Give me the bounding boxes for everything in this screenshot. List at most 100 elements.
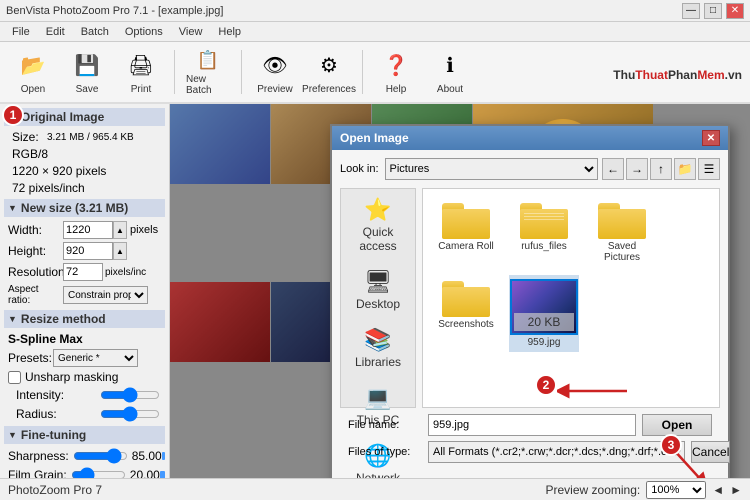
main-area: 1 ▼ Original Image Size: 3.21 MB / 965.4… bbox=[0, 104, 750, 478]
filename-input[interactable] bbox=[428, 414, 636, 436]
preferences-label: Preferences bbox=[302, 84, 356, 95]
width-unit: pixels bbox=[130, 224, 158, 236]
open-button[interactable]: 📂 Open bbox=[8, 45, 58, 99]
sharpness-slider[interactable] bbox=[73, 448, 128, 464]
menu-edit[interactable]: Edit bbox=[38, 24, 73, 40]
intensity-row: Intensity: bbox=[8, 387, 165, 403]
size-value: 3.21 MB / 965.4 KB bbox=[47, 132, 134, 143]
about-button[interactable]: ℹ About bbox=[425, 45, 475, 99]
file-959jpg[interactable]: 20 KB 959.jpg bbox=[509, 275, 579, 352]
sharpness-label: Sharpness: bbox=[8, 449, 69, 463]
left-panel: 1 ▼ Original Image Size: 3.21 MB / 965.4… bbox=[0, 104, 170, 478]
folder-screenshots-body bbox=[442, 287, 490, 317]
close-button[interactable]: ✕ bbox=[726, 3, 744, 19]
desktop-label: Desktop bbox=[356, 297, 400, 311]
filetype-select[interactable]: All Formats (*.cr2;*.crw;*.dcr;*.dcs;*.d… bbox=[428, 441, 685, 463]
preview-button[interactable]: 👁 Preview bbox=[250, 45, 300, 99]
scroll-right-btn[interactable]: ► bbox=[730, 483, 742, 497]
resolution-unit: pixels/inc bbox=[105, 267, 146, 278]
original-image-section[interactable]: ▼ Original Image bbox=[4, 108, 165, 126]
sidebar-quick-access[interactable]: ⭐ Quick access bbox=[341, 189, 415, 261]
intensity-slider[interactable] bbox=[100, 387, 160, 403]
sidebar-libraries[interactable]: 📚 Libraries bbox=[341, 319, 415, 377]
statusbar-right: Preview zooming: 100% 50% 200% ◄ ► bbox=[546, 481, 743, 499]
toolbar-separator-3 bbox=[362, 50, 363, 94]
cancel-btn-label: Cancel bbox=[692, 445, 729, 459]
menu-options[interactable]: Options bbox=[117, 24, 171, 40]
aspect-select[interactable]: Constrain proportions bbox=[63, 286, 148, 304]
film-row: Film Grain: 20.00 bbox=[8, 467, 165, 478]
folder-screenshots[interactable]: Screenshots bbox=[431, 275, 501, 352]
menubar: File Edit Batch Options View Help bbox=[0, 22, 750, 42]
dialog-titlebar: Open Image ✕ bbox=[332, 126, 728, 150]
open-icon: 📂 bbox=[17, 50, 49, 82]
dialog-files-panel: Camera Roll bbox=[422, 188, 720, 408]
fine-section[interactable]: ▼ Fine-tuning bbox=[4, 426, 165, 444]
print-button[interactable]: 🖨 Print bbox=[116, 45, 166, 99]
zoom-select[interactable]: 100% 50% 200% bbox=[646, 481, 706, 499]
cancel-button-dialog[interactable]: Cancel bbox=[691, 441, 730, 463]
film-label: Film Grain: bbox=[8, 468, 67, 478]
preview-zoom-label: Preview zooming: bbox=[546, 483, 641, 497]
radius-slider[interactable] bbox=[100, 406, 160, 422]
quick-access-label: Quick access bbox=[345, 225, 411, 253]
scroll-left-btn[interactable]: ◄ bbox=[712, 483, 724, 497]
presets-select[interactable]: Generic * bbox=[53, 349, 138, 367]
new-folder-button[interactable]: 📁 bbox=[674, 158, 696, 180]
up-button[interactable]: ↑ bbox=[650, 158, 672, 180]
maximize-button[interactable]: □ bbox=[704, 3, 722, 19]
help-button[interactable]: ❓ Help bbox=[371, 45, 421, 99]
dialog-sidebar: ⭐ Quick access 🖥 Desktop 📚 Libraries bbox=[340, 188, 416, 408]
folder-rufus[interactable]: rufus_files bbox=[509, 197, 579, 267]
size-row: Size: 3.21 MB / 965.4 KB bbox=[12, 130, 165, 144]
lookin-select[interactable]: Pictures bbox=[385, 158, 598, 180]
print-label: Print bbox=[131, 84, 152, 95]
new-size-section[interactable]: ▼ New size (3.21 MB) bbox=[4, 199, 165, 217]
menu-view[interactable]: View bbox=[171, 24, 211, 40]
height-row: Height: ▲ bbox=[8, 242, 165, 260]
dialog-close-button[interactable]: ✕ bbox=[702, 130, 720, 146]
save-label: Save bbox=[76, 84, 99, 95]
menu-file[interactable]: File bbox=[4, 24, 38, 40]
desktop-icon: 🖥 bbox=[364, 269, 392, 295]
back-button[interactable]: ← bbox=[602, 158, 624, 180]
toolbar-separator-1 bbox=[174, 50, 175, 94]
width-label: Width: bbox=[8, 223, 63, 237]
filetype-label: Files of type: bbox=[348, 446, 428, 458]
width-input[interactable] bbox=[63, 221, 113, 239]
minimize-button[interactable]: — bbox=[682, 3, 700, 19]
open-button-dialog[interactable]: Open bbox=[642, 414, 712, 436]
quick-access-icon: ⭐ bbox=[364, 197, 391, 223]
height-input[interactable] bbox=[63, 242, 113, 260]
width-up[interactable]: ▲ bbox=[113, 221, 127, 239]
brand-area: ThuThuatPhanMem.vn bbox=[613, 59, 742, 85]
view-button[interactable]: ☰ bbox=[698, 158, 720, 180]
resize-section[interactable]: ▼ Resize method bbox=[4, 310, 165, 328]
titlebar: BenVista PhotoZoom Pro 7.1 - [example.jp… bbox=[0, 0, 750, 22]
folder-camera-roll[interactable]: Camera Roll bbox=[431, 197, 501, 267]
resolution-input[interactable] bbox=[63, 263, 103, 281]
save-icon: 💾 bbox=[71, 50, 103, 82]
presets-row: Presets: Generic * bbox=[8, 349, 165, 367]
height-up[interactable]: ▲ bbox=[113, 242, 127, 260]
save-button[interactable]: 💾 Save bbox=[62, 45, 112, 99]
dialog-content-area: ⭐ Quick access 🖥 Desktop 📚 Libraries bbox=[340, 188, 720, 408]
preferences-button[interactable]: ⚙ Preferences bbox=[304, 45, 354, 99]
film-slider[interactable] bbox=[71, 467, 126, 478]
folder-saved-body bbox=[598, 209, 646, 239]
forward-button[interactable]: → bbox=[626, 158, 648, 180]
unsharp-checkbox[interactable] bbox=[8, 371, 21, 384]
menu-batch[interactable]: Batch bbox=[73, 24, 117, 40]
new-batch-label: New Batch bbox=[186, 74, 230, 96]
files-grid: Camera Roll bbox=[423, 189, 719, 407]
resolution-label: Resolution: bbox=[8, 265, 63, 279]
lookin-label: Look in: bbox=[340, 163, 379, 175]
folder-saved-pictures[interactable]: Saved Pictures bbox=[587, 197, 657, 267]
original-image-label: Original Image bbox=[21, 110, 104, 124]
sharpness-indicator bbox=[162, 452, 165, 460]
new-batch-button[interactable]: 📋 New Batch bbox=[183, 45, 233, 99]
sidebar-desktop[interactable]: 🖥 Desktop bbox=[341, 261, 415, 319]
window-controls[interactable]: — □ ✕ bbox=[682, 3, 744, 19]
menu-help[interactable]: Help bbox=[210, 24, 249, 40]
new-size-label: New size (3.21 MB) bbox=[21, 201, 128, 215]
